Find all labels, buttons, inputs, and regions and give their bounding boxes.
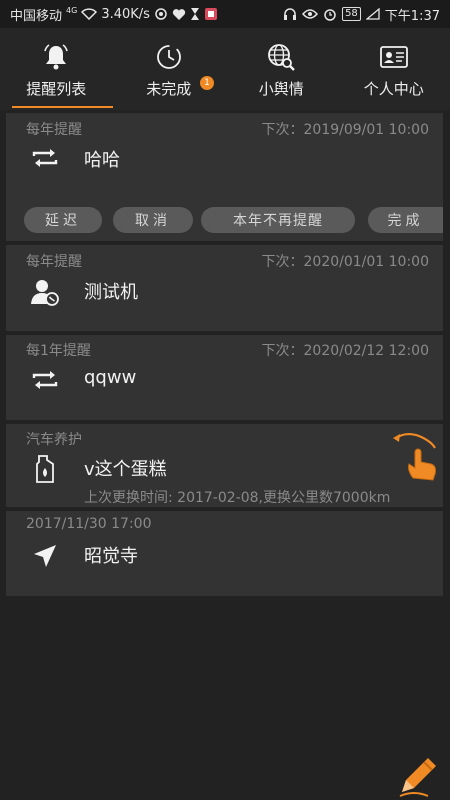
network-speed: 3.40K/s — [101, 6, 150, 22]
cancel-button[interactable]: 取消 — [113, 207, 193, 233]
next-time: 下次：2020/01/01 10:00 — [261, 254, 430, 270]
id-card-icon — [379, 42, 409, 72]
carrier-label: 中国移动 — [10, 8, 63, 24]
signal-icon — [365, 8, 380, 20]
reminder-title: 昭觉寺 — [84, 546, 138, 567]
reminder-title: v这个蛋糕 — [84, 459, 167, 480]
eye-icon — [302, 8, 319, 20]
headphones-icon — [283, 7, 297, 21]
repeat-icon — [28, 141, 62, 175]
repeat-icon — [28, 363, 62, 397]
status-bar: 中国移动 4G 3.40K/s 58 下午1:37 — [0, 0, 450, 28]
wifi-icon — [81, 8, 98, 20]
reminder-card[interactable]: 每年提醒 下次：2019/09/01 10:00 哈哈 延迟 取消 本年不再提醒… — [6, 113, 443, 241]
tab-label: 个人中心 — [363, 80, 424, 98]
heart-icon — [172, 8, 186, 21]
reminder-title: 测试机 — [84, 282, 138, 303]
reminder-type: 汽车养护 — [26, 432, 82, 448]
globe-search-icon — [266, 42, 296, 72]
app-notification-icon — [154, 7, 168, 21]
reminder-datetime: 2017/11/30 17:00 — [26, 516, 152, 532]
delay-button[interactable]: 延迟 — [24, 207, 102, 233]
reminder-card[interactable]: 每1年提醒 下次：2020/02/12 12:00 qqww — [6, 335, 443, 420]
clock-icon — [155, 42, 183, 72]
reminder-type: 每1年提醒 — [26, 343, 91, 359]
swipe-hint-icon — [391, 432, 443, 484]
network-type: 4G — [66, 5, 78, 15]
reminder-card[interactable]: 2017/11/30 17:00 昭觉寺 — [6, 511, 443, 596]
reminder-card[interactable]: 每年提醒 下次：2020/01/01 10:00 测试机 — [6, 245, 443, 331]
incomplete-count-badge: 1 — [200, 76, 214, 90]
reminder-type: 每年提醒 — [26, 254, 82, 270]
tab-incomplete[interactable]: 未完成 — [113, 28, 226, 110]
tab-label: 未完成 — [146, 80, 192, 98]
hourglass-icon — [190, 7, 200, 21]
clock-time: 下午1:37 — [384, 8, 440, 24]
pencil-icon — [399, 758, 436, 797]
contact-icon — [28, 275, 62, 309]
complete-button[interactable]: 完成 — [368, 207, 443, 233]
reminder-title: 哈哈 — [84, 150, 120, 171]
tab-label: 提醒列表 — [26, 80, 87, 98]
action-row: 延迟 取消 本年不再提醒 完成 — [6, 207, 443, 233]
app-icon — [204, 7, 218, 21]
oil-can-icon — [28, 452, 62, 486]
next-time: 下次：2020/02/12 12:00 — [261, 343, 430, 359]
reminder-type: 每年提醒 — [26, 122, 82, 138]
tab-personal-center[interactable]: 个人中心 — [338, 28, 450, 110]
navigation-arrow-icon — [28, 539, 62, 573]
tab-public-opinion[interactable]: 小舆情 — [225, 28, 338, 110]
alarm-icon — [323, 7, 337, 21]
tab-label: 小舆情 — [258, 80, 304, 98]
battery-indicator: 58 — [342, 7, 361, 21]
next-time: 下次：2019/09/01 10:00 — [261, 122, 430, 138]
reminder-title: qqww — [84, 367, 137, 388]
maintenance-info: 上次更换时间: 2017-02-08,更换公里数7000km — [84, 490, 391, 506]
bell-icon — [43, 42, 69, 72]
tab-reminder-list[interactable]: 提醒列表 — [0, 28, 113, 110]
reminder-card[interactable]: 汽车养护 v这个蛋糕 上次更换时间: 2017-02-08,更换公里数7000k… — [6, 424, 443, 507]
tab-bar: 提醒列表 未完成 小舆情 个人中心 1 — [0, 28, 450, 110]
add-reminder-button[interactable] — [394, 752, 442, 800]
skip-this-year-button[interactable]: 本年不再提醒 — [201, 207, 355, 233]
